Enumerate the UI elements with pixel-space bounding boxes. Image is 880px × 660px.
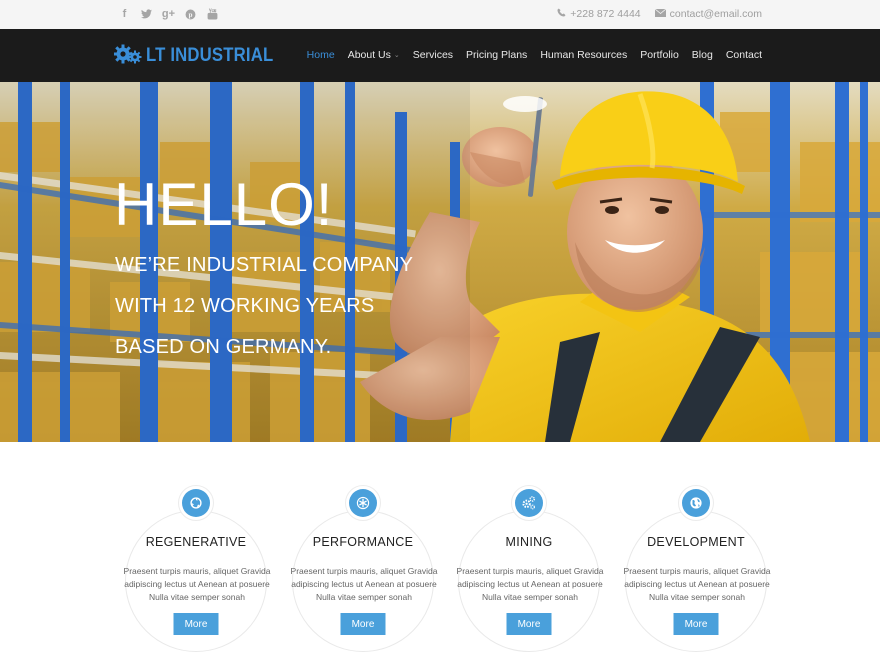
main-navigation: LT INDUSTRIAL Home About Us ⌄ Services Pr… [0,29,880,82]
gears-logo-icon [113,43,142,69]
service-title: PERFORMANCE [312,535,414,549]
email-info[interactable]: contact@email.com [654,8,762,20]
more-button[interactable]: More [340,613,386,635]
svg-text:p: p [189,10,193,18]
nav-item-home[interactable]: Home [307,49,335,61]
nav-item-portfolio[interactable]: Portfolio [640,49,679,61]
service-icon-ring [678,485,714,521]
service-description: Praesent turpis mauris, aliquet Gravida … [290,566,438,602]
nav-item-human-resources[interactable]: Human Resources [540,49,627,61]
facebook-icon[interactable]: f [118,7,131,21]
globe-icon [682,489,710,517]
nav-item-label: Contact [725,49,762,61]
service-icon-ring [345,485,381,521]
nav-item-services[interactable]: Services [413,49,453,61]
google-plus-icon[interactable]: g+ [162,7,175,21]
nav-item-label: Portfolio [640,49,679,61]
asterisk-icon [349,489,377,517]
hero-line-3: BASED ON GERMANY. [115,336,332,358]
service-description: Praesent turpis mauris, aliquet Gravida … [456,566,604,602]
logo-text: LT INDUSTRIAL [146,45,274,66]
more-button[interactable]: More [173,613,219,635]
service-icon-ring [511,485,547,521]
nav-item-pricing-plans[interactable]: Pricing Plans [466,49,527,61]
phone-info: +228 872 4444 [557,8,641,20]
nav-menu: Home About Us ⌄ Services Pricing Plans Hu… [307,49,762,61]
phone-number: +228 872 4444 [570,8,641,20]
nav-item-contact[interactable]: Contact [726,49,762,61]
nav-item-label: About Us [347,49,391,61]
more-button[interactable]: More [506,613,552,635]
gears-icon [515,489,543,517]
service-title: DEVELOPMENT [647,535,745,549]
nav-item-label: Blog [691,49,713,61]
nav-item-about-us[interactable]: About Us ⌄ [348,49,400,61]
social-links: f g+ p [118,7,219,21]
envelope-icon [654,8,666,20]
services-section: REGENERATIVE Praesent turpis mauris, ali… [0,442,880,660]
email-address[interactable]: contact@email.com [670,8,762,20]
service-description: Praesent turpis mauris, aliquet Gravida … [123,566,271,602]
phone-icon [557,8,566,20]
service-card-regenerative: REGENERATIVE Praesent turpis mauris, ali… [124,485,270,652]
hero-line-1: WE’RE INDUSTRIAL COMPANY [115,254,414,276]
hero-title: HELLO! [114,171,334,238]
nav-item-label: Human Resources [540,49,628,61]
contact-info: +228 872 4444 contact@email.com [557,8,762,20]
more-button[interactable]: More [673,613,719,635]
service-title: MINING [505,535,553,549]
nav-item-label: Home [306,49,335,61]
hero-banner: HELLO! WE’RE INDUSTRIAL COMPANY WITH 12 … [0,82,880,442]
service-description: Praesent turpis mauris, aliquet Gravida … [623,566,771,602]
twitter-icon[interactable] [140,7,153,21]
pinterest-icon[interactable]: p [184,7,197,21]
service-icon-ring [178,485,214,521]
youtube-icon[interactable] [206,7,219,21]
hero-line-2: WITH 12 WORKING YEARS [115,295,375,317]
recycle-icon [182,489,210,517]
service-card-mining: MINING Praesent turpis mauris, aliquet G… [457,485,603,652]
service-title: REGENERATIVE [145,535,247,549]
site-logo[interactable]: LT INDUSTRIAL [113,43,291,69]
nav-item-label: Pricing Plans [466,49,528,61]
chevron-down-icon: ⌄ [393,52,400,59]
nav-item-blog[interactable]: Blog [692,49,713,61]
top-bar: f g+ p +228 872 4444 contact@email.com [0,0,880,29]
nav-item-label: Services [412,49,454,61]
service-card-performance: PERFORMANCE Praesent turpis mauris, aliq… [291,485,437,652]
service-card-development: DEVELOPMENT Praesent turpis mauris, aliq… [624,485,770,652]
